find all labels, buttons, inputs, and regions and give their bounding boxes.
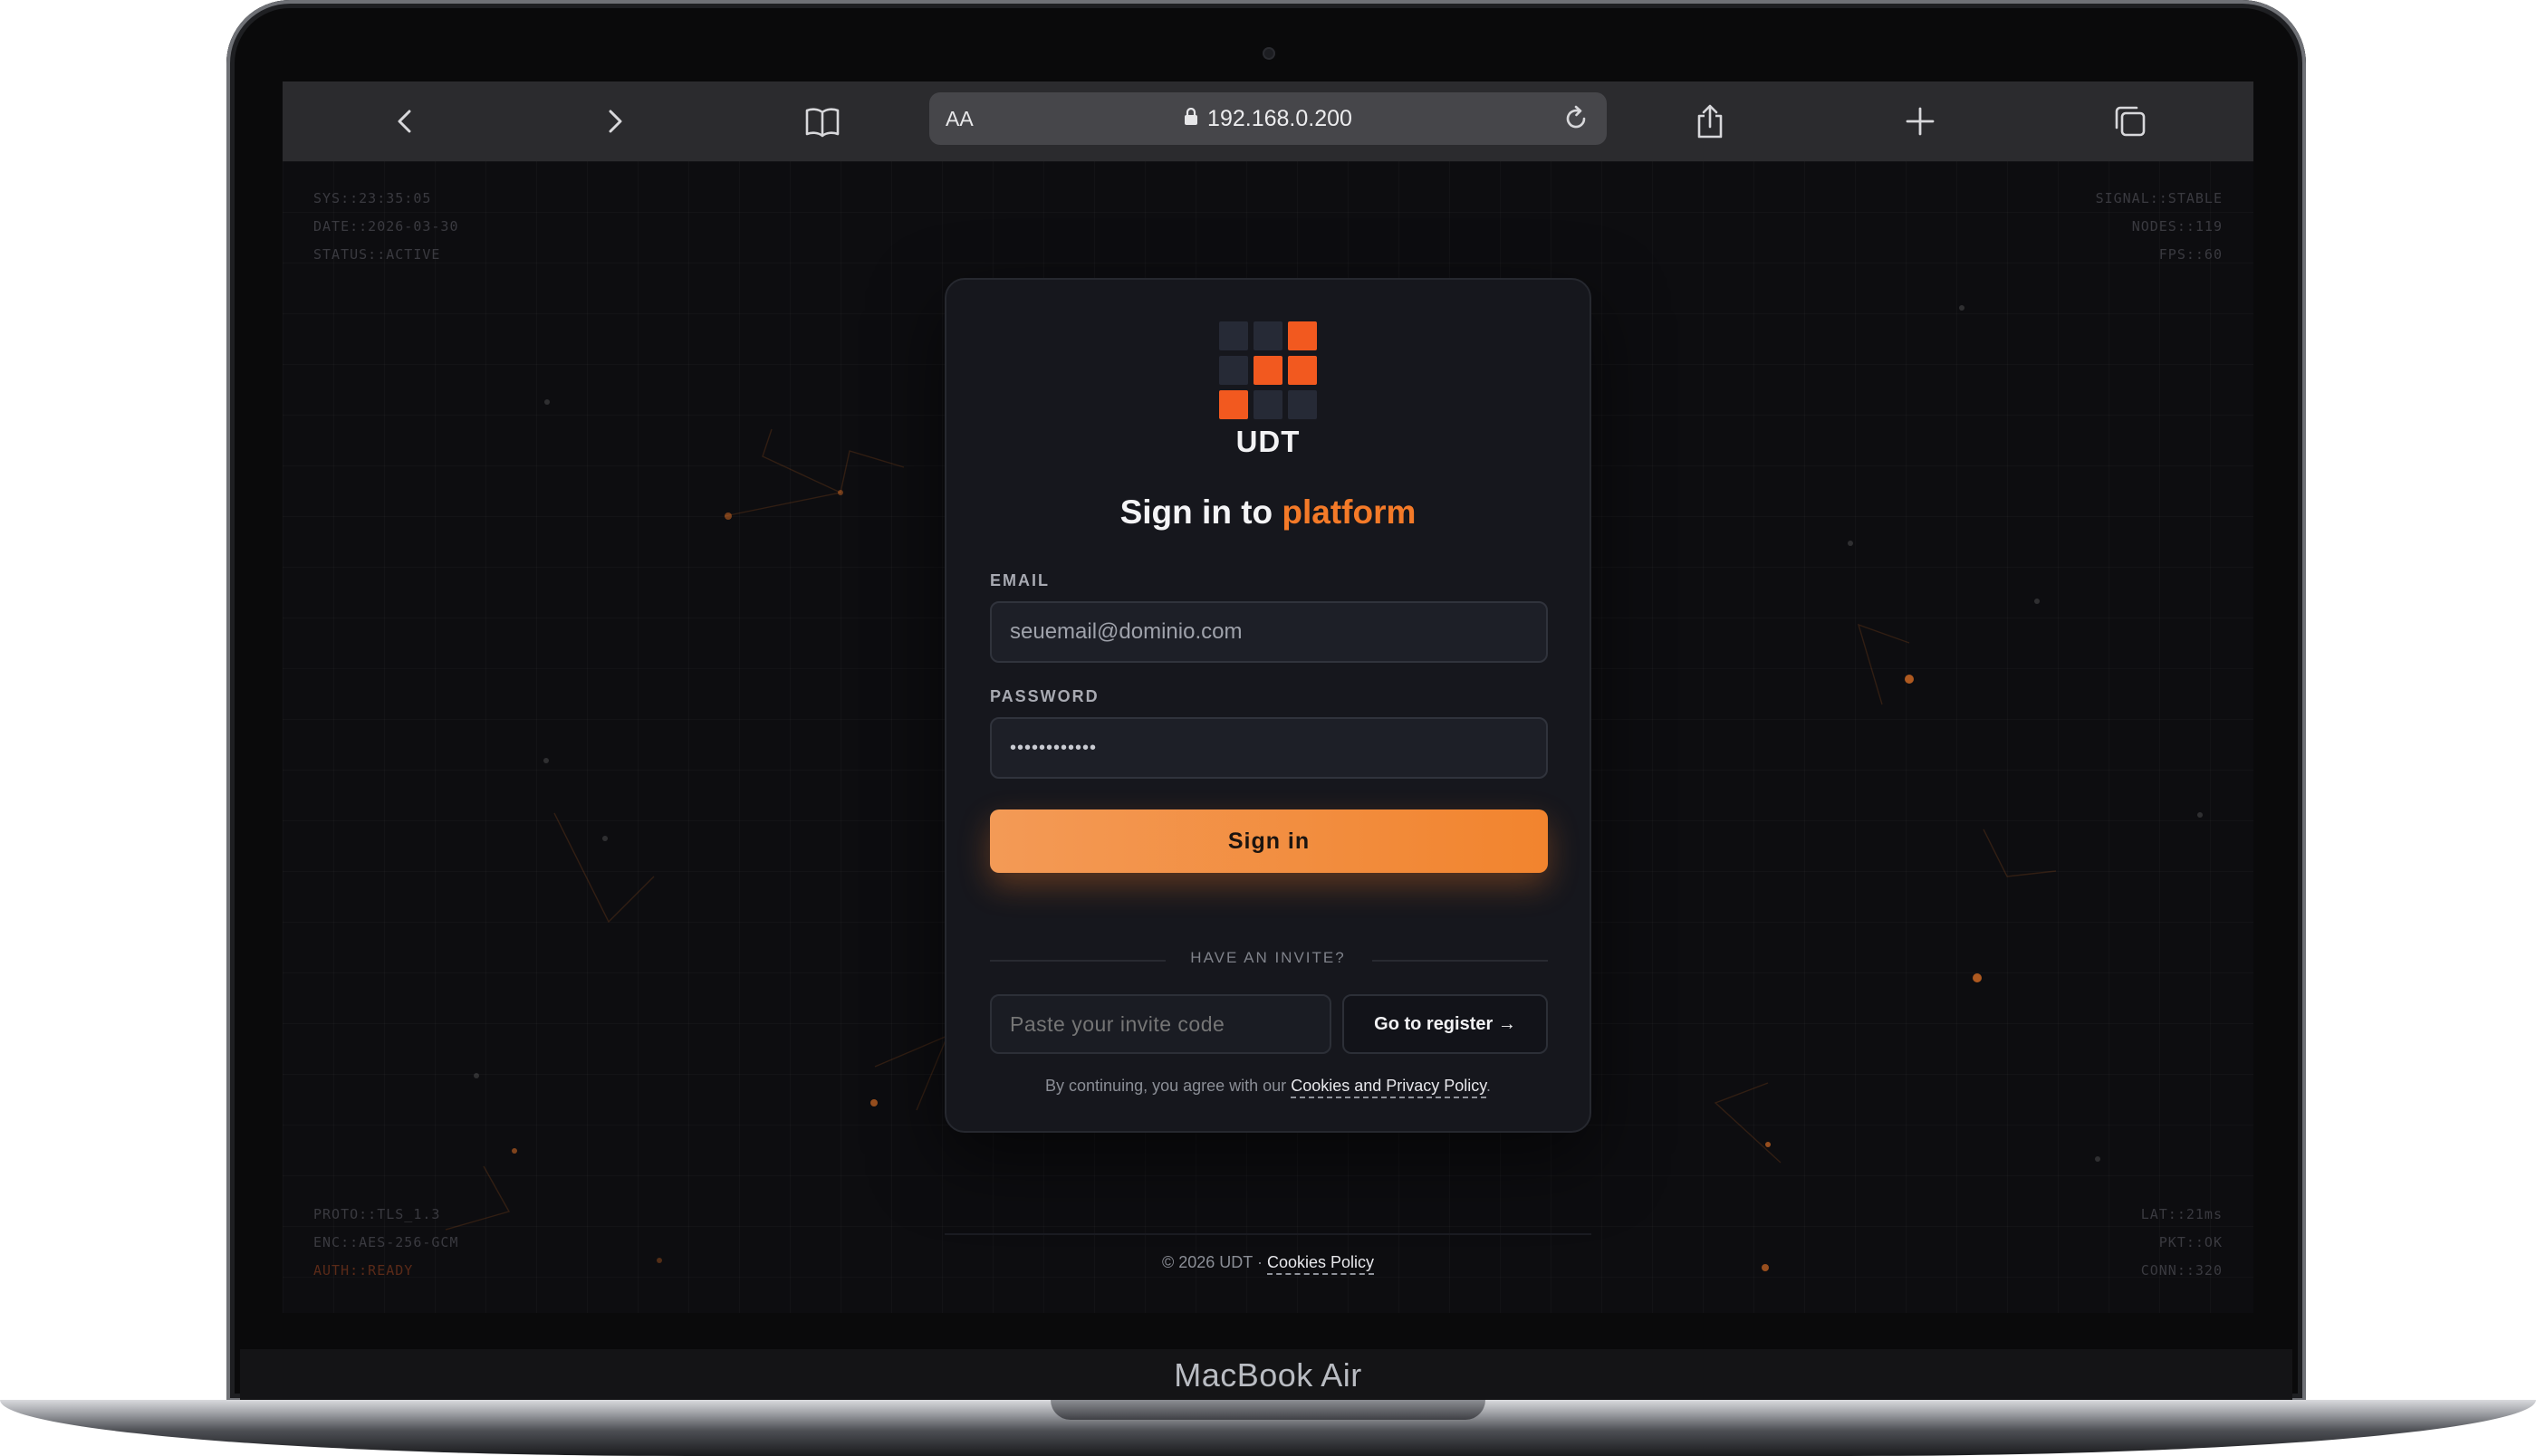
- hud-line: PROTO::TLS_1.3: [313, 1206, 441, 1222]
- legal-prefix: By continuing, you agree with our: [1045, 1077, 1287, 1095]
- invite-divider-label: HAVE AN INVITE?: [1190, 949, 1346, 966]
- brand-name: UDT: [1235, 425, 1301, 458]
- legal-suffix: .: [1485, 1077, 1491, 1095]
- device-label: MacBook Air: [1174, 1356, 1362, 1394]
- page-footer: © 2026 UDT · Cookies Policy: [283, 1253, 2253, 1275]
- back-icon[interactable]: [386, 101, 426, 141]
- share-icon[interactable]: [1690, 101, 1730, 141]
- hud-top-right: SIGNAL::STABLE NODES::119 FPS::60: [2096, 185, 2223, 269]
- hud-line: DATE::2026-03-30: [313, 218, 459, 235]
- reload-icon[interactable]: [1556, 99, 1596, 139]
- footer-divider: [945, 1233, 1591, 1235]
- sign-in-button[interactable]: Sign in: [990, 809, 1548, 873]
- new-tab-icon[interactable]: [1900, 101, 1940, 141]
- hud-top-left: SYS::23:35:05 DATE::2026-03-30 STATUS::A…: [313, 185, 459, 269]
- url-text: 192.168.0.200: [1207, 105, 1352, 131]
- camera-icon: [1263, 47, 1275, 60]
- hud-line: NODES::119: [2131, 218, 2223, 235]
- go-to-register-button[interactable]: Go to register →: [1342, 994, 1548, 1054]
- browser-toolbar: AA 192.168.0.200: [283, 81, 2253, 161]
- forward-icon[interactable]: [594, 101, 634, 141]
- email-field[interactable]: seuemail@dominio.com: [990, 601, 1548, 663]
- address-bar[interactable]: AA 192.168.0.200: [929, 92, 1607, 145]
- password-label: PASSWORD: [990, 687, 1100, 705]
- hud-bottom-right: LAT::21ms PKT::OK CONN::320: [2141, 1201, 2223, 1285]
- hud-line: SIGNAL::STABLE: [2095, 190, 2223, 206]
- hud-bottom-left: PROTO::TLS_1.3 ENC::AES-256-GCM AUTH::RE…: [313, 1201, 459, 1285]
- legal-notice: By continuing, you agree with our Cookie…: [946, 1077, 1590, 1098]
- tabs-overview-icon[interactable]: [2110, 101, 2150, 141]
- laptop-hinge-notch: [1051, 1400, 1485, 1420]
- udt-logo-icon: [1219, 321, 1317, 419]
- password-field[interactable]: ••••••••••••: [990, 717, 1548, 779]
- page-title: Sign in to platform: [946, 493, 1590, 532]
- invite-code-input[interactable]: [990, 994, 1331, 1054]
- hud-line: LAT::21ms: [2140, 1206, 2223, 1222]
- lock-icon: [1184, 107, 1198, 130]
- title-prefix: Sign in to: [1119, 493, 1273, 531]
- email-label: EMAIL: [990, 571, 1050, 589]
- login-page: SYS::23:35:05 DATE::2026-03-30 STATUS::A…: [283, 161, 2253, 1313]
- copyright-text: © 2026 UDT ·: [1161, 1253, 1263, 1271]
- login-card: UDT Sign in to platform EMAIL seuemail@d…: [945, 278, 1591, 1133]
- cookies-policy-link[interactable]: Cookies Policy: [1266, 1253, 1375, 1275]
- hud-line: SYS::23:35:05: [313, 190, 432, 206]
- hud-line: STATUS::ACTIVE: [313, 246, 441, 263]
- screen: AA 192.168.0.200 SYS::23:35:05 DATE::202…: [283, 81, 2253, 1313]
- bookmarks-icon[interactable]: [802, 101, 842, 141]
- privacy-policy-link[interactable]: Cookies and Privacy Policy: [1291, 1077, 1486, 1098]
- hud-line: FPS::60: [2158, 246, 2223, 263]
- title-accent: platform: [1282, 493, 1417, 531]
